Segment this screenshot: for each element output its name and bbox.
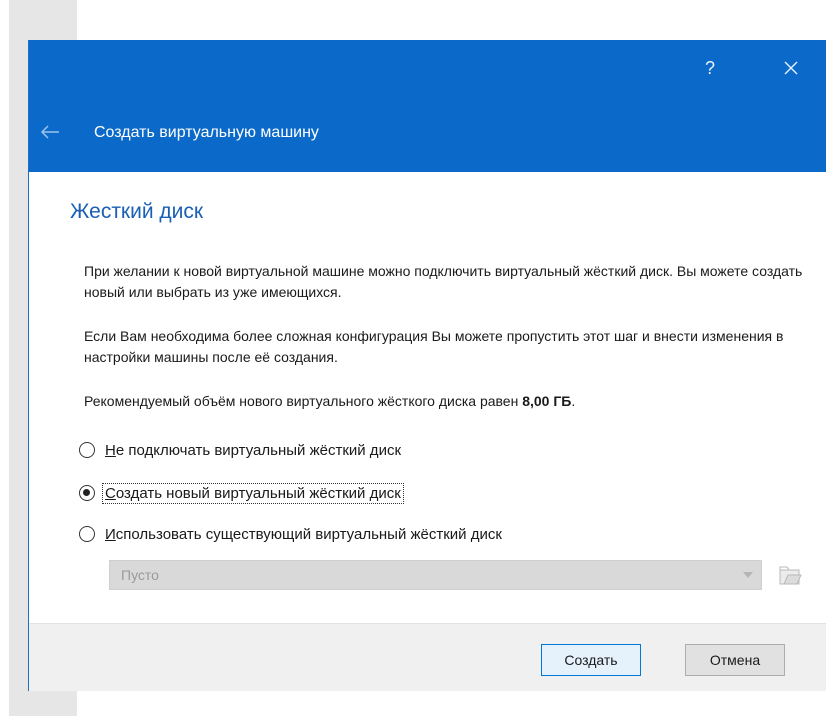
dialog-title: Создать виртуальную машину: [94, 124, 319, 141]
radio-no-disk[interactable]: Не подключать виртуальный жёсткий диск: [79, 437, 403, 463]
page-title: Жесткий диск: [70, 200, 204, 223]
recommended-size-value: 8,00 ГБ: [522, 393, 572, 409]
create-button[interactable]: Создать: [541, 644, 641, 676]
help-button[interactable]: ?: [693, 50, 727, 86]
screen: ? Создать виртуальную машину Жесткий дис…: [0, 0, 826, 716]
recommended-prefix: Рекомендуемый объём нового виртуального …: [84, 393, 523, 409]
dialog-header: ? Создать виртуальную машину: [29, 40, 826, 172]
existing-disk-select-value: Пусто: [121, 567, 159, 583]
radio-label-create-new-disk[interactable]: Создать новый виртуальный жёсткий диск: [102, 482, 404, 504]
create-vm-dialog: ? Создать виртуальную машину Жесткий дис…: [28, 40, 826, 691]
existing-disk-select[interactable]: Пусто: [109, 560, 762, 590]
back-button[interactable]: [39, 120, 63, 144]
radio-button-no-disk[interactable]: [79, 442, 95, 458]
description-paragraph-1: При желании к новой виртуальной машине м…: [84, 263, 803, 300]
cancel-button[interactable]: Отмена: [685, 644, 785, 676]
close-icon: [784, 61, 798, 75]
chevron-down-icon: [743, 572, 753, 578]
radio-button-use-existing-disk[interactable]: [79, 526, 95, 542]
radio-create-new-disk[interactable]: Создать новый виртуальный жёсткий диск: [79, 480, 404, 506]
folder-open-icon: [779, 566, 802, 585]
recommended-suffix: .: [571, 393, 576, 409]
recommended-size-text: Рекомендуемый объём нового виртуального …: [84, 391, 819, 412]
radio-button-create-new-disk[interactable]: [79, 485, 95, 501]
choose-disk-file-button[interactable]: [776, 561, 804, 589]
close-button[interactable]: [773, 50, 809, 86]
dialog-footer: Создать Отмена: [29, 623, 826, 691]
back-arrow-icon: [40, 125, 59, 139]
description-paragraph-2: Если Вам необходима более сложная конфиг…: [84, 328, 784, 365]
radio-label-no-disk[interactable]: Не подключать виртуальный жёсткий диск: [103, 441, 403, 460]
radio-use-existing-disk[interactable]: Использовать существующий виртуальный жё…: [79, 521, 504, 547]
radio-label-use-existing-disk[interactable]: Использовать существующий виртуальный жё…: [103, 525, 504, 544]
